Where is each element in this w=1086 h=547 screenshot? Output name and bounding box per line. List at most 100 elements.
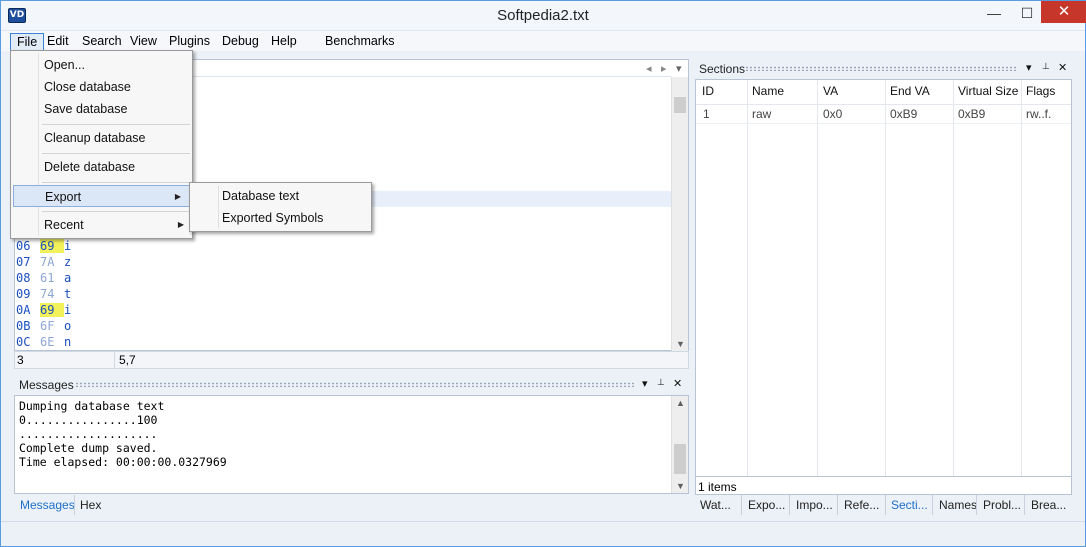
menu-separator (42, 182, 190, 183)
tab-separator (741, 495, 742, 515)
menu-item-database-text[interactable]: Database text (190, 185, 371, 207)
tab-watches[interactable]: Wat... (700, 498, 731, 512)
tab-separator (976, 495, 977, 515)
menu-plugins[interactable]: Plugins (163, 33, 216, 51)
table-cell[interactable]: 0xB9 (890, 107, 917, 121)
file-menu-dropdown: Open... Close database Save database Cle… (10, 50, 193, 239)
menu-debug[interactable]: Debug (216, 33, 265, 51)
menu-item-export[interactable]: Export ▶ (13, 185, 190, 207)
menu-bar: File Edit Search View Plugins Debug Help… (1, 31, 1085, 51)
tab-exports[interactable]: Expo... (748, 498, 785, 512)
panel-grip[interactable] (75, 382, 635, 387)
panel-grip[interactable] (745, 66, 1017, 71)
message-line: .................... (19, 427, 158, 441)
column-header-id[interactable]: ID (702, 84, 714, 98)
tab-problems[interactable]: Probl... (983, 498, 1021, 512)
tab-sections[interactable]: Secti... (891, 498, 928, 512)
table-cell[interactable]: 0xB9 (958, 107, 985, 121)
menu-separator (42, 153, 190, 154)
scroll-up-icon[interactable]: ▲ (672, 398, 689, 408)
message-line: Dumping database text (19, 399, 165, 413)
menu-item-label: Export (45, 190, 82, 204)
tab-separator (74, 495, 75, 515)
title-bar: VD Softpedia2.txt — ☐ ✕ (1, 1, 1086, 31)
column-header-flags[interactable]: Flags (1026, 84, 1055, 98)
menu-item-exported-symbols[interactable]: Exported Symbols (190, 207, 371, 229)
export-submenu: Database text Exported Symbols (189, 182, 372, 232)
sections-panel-title: Sections (699, 62, 746, 76)
menu-separator (42, 124, 190, 125)
hex-vertical-scrollbar[interactable]: ▼ (671, 77, 688, 351)
message-line: 0................100 (19, 413, 158, 427)
hex-row[interactable]: 0A 69 i (16, 303, 78, 317)
status-strip-divider (1, 521, 1085, 522)
tab-messages[interactable]: Messages (20, 498, 75, 512)
status-cursor-position: 3 (17, 353, 24, 367)
tab-separator (837, 495, 838, 515)
column-header-va[interactable]: VA (823, 84, 838, 98)
column-divider (885, 80, 886, 476)
scroll-down-icon[interactable]: ▼ (672, 339, 689, 349)
chevron-right-icon[interactable]: ▸ (661, 62, 667, 75)
sections-pin-icon[interactable]: ⊥ (1042, 61, 1050, 72)
maximize-button[interactable]: ☐ (1012, 1, 1042, 25)
column-divider (817, 80, 818, 476)
hex-row[interactable]: 0B 6F o (16, 319, 78, 333)
menu-item-recent[interactable]: Recent ▶ (11, 214, 192, 236)
tab-separator (1024, 495, 1025, 515)
menu-help[interactable]: Help (265, 33, 303, 51)
column-divider (747, 80, 748, 476)
column-header-end-va[interactable]: End VA (890, 84, 930, 98)
menu-search[interactable]: Search (76, 33, 128, 51)
hex-row[interactable]: 06 69 i (16, 239, 78, 253)
hex-row[interactable]: 08 61 a (16, 271, 78, 285)
menu-edit[interactable]: Edit (41, 33, 75, 51)
menu-file[interactable]: File (10, 33, 45, 51)
scroll-down-icon[interactable]: ▼ (672, 481, 689, 491)
tab-hex[interactable]: Hex (80, 498, 101, 512)
tab-references[interactable]: Refe... (844, 498, 879, 512)
menu-item-close-database[interactable]: Close database (11, 76, 192, 98)
menu-item-cleanup-database[interactable]: Cleanup database (11, 127, 192, 149)
menu-separator (42, 211, 190, 212)
table-cell[interactable]: raw (752, 107, 771, 121)
table-row-divider (696, 123, 1071, 124)
status-selection: 5,7 (119, 353, 136, 367)
sections-item-count: 1 items (698, 480, 737, 494)
messages-pin-icon[interactable]: ⊥ (657, 377, 665, 388)
application-window: VD Softpedia2.txt — ☐ ✕ File Edit Search… (0, 0, 1086, 547)
messages-vertical-scrollbar[interactable]: ▲ ▼ (671, 396, 688, 493)
messages-panel-title: Messages (19, 378, 74, 392)
column-header-virtual-size[interactable]: Virtual Size (958, 84, 1018, 98)
menu-view[interactable]: View (124, 33, 163, 51)
scrollbar-thumb[interactable] (674, 97, 686, 113)
sections-close-icon[interactable]: ✕ (1058, 61, 1067, 74)
hex-row[interactable]: 09 74 t (16, 287, 78, 301)
messages-dropdown-icon[interactable]: ▾ (642, 377, 648, 390)
menu-benchmarks[interactable]: Benchmarks (319, 33, 400, 51)
column-header-name[interactable]: Name (752, 84, 784, 98)
table-header-divider (696, 104, 1071, 105)
submenu-arrow-icon: ▶ (177, 220, 184, 229)
hex-row[interactable]: 07 7A z (16, 255, 78, 269)
table-cell[interactable]: 1 (703, 107, 710, 121)
tab-separator (789, 495, 790, 515)
tab-imports[interactable]: Impo... (796, 498, 833, 512)
tab-breakpoints[interactable]: Brea... (1031, 498, 1066, 512)
scrollbar-thumb[interactable] (674, 444, 686, 474)
sections-footer (695, 477, 1072, 495)
dropdown-icon[interactable]: ▾ (676, 62, 682, 75)
hex-status-bar (14, 351, 689, 369)
table-cell[interactable]: rw..f. (1026, 107, 1051, 121)
messages-close-icon[interactable]: ✕ (673, 377, 682, 390)
tab-names[interactable]: Names (939, 498, 977, 512)
close-window-button[interactable]: ✕ (1041, 1, 1086, 23)
menu-item-delete-database[interactable]: Delete database (11, 156, 192, 178)
hex-row[interactable]: 0C 6E n (16, 335, 78, 349)
menu-item-open[interactable]: Open... (11, 54, 192, 76)
table-cell[interactable]: 0x0 (823, 107, 842, 121)
minimize-button[interactable]: — (976, 1, 1012, 25)
chevron-left-icon[interactable]: ◂ (646, 62, 652, 75)
sections-dropdown-icon[interactable]: ▾ (1026, 61, 1032, 74)
menu-item-save-database[interactable]: Save database (11, 98, 192, 120)
